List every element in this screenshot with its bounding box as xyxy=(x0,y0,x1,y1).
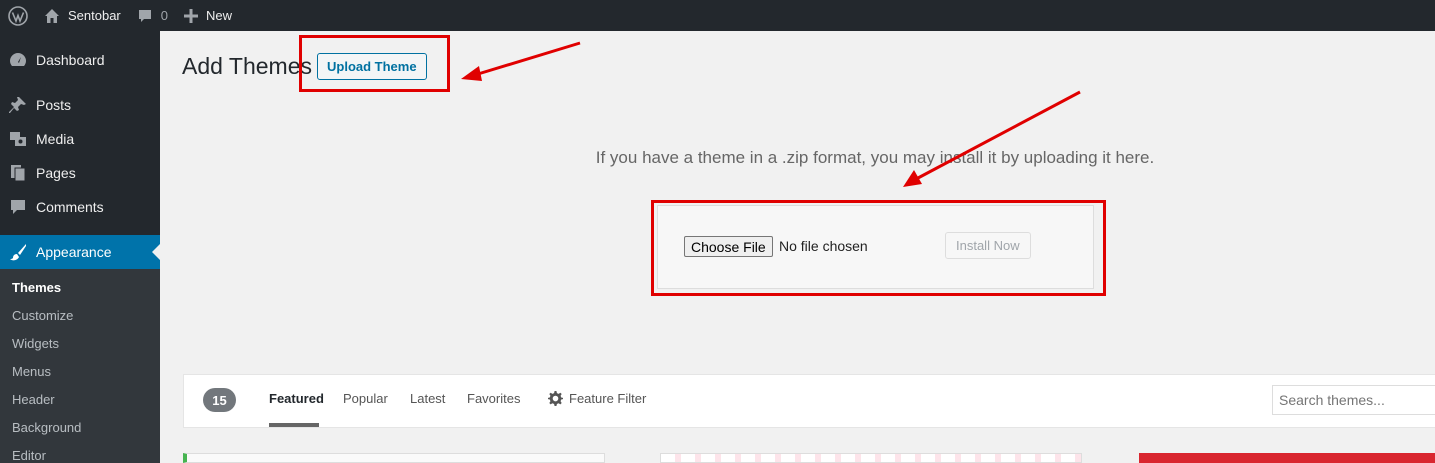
sidebar-item-label: Posts xyxy=(36,97,72,113)
paintbrush-icon xyxy=(8,242,28,262)
submenu-item-themes[interactable]: Themes xyxy=(0,273,160,301)
sidebar-item-label: Media xyxy=(36,131,75,147)
theme-card[interactable] xyxy=(1139,453,1435,463)
sidebar-item-label: Dashboard xyxy=(36,52,105,68)
arrow-to-upload-button xyxy=(461,41,581,81)
admin-bar: Sentobar 0 New xyxy=(0,0,1435,31)
sidebar-item-label: Pages xyxy=(36,165,76,181)
theme-card[interactable] xyxy=(183,453,605,463)
sidebar-item-comments[interactable]: Comments xyxy=(0,190,160,224)
theme-card[interactable] xyxy=(660,453,1082,463)
tab-popular[interactable]: Popular xyxy=(343,391,388,406)
submenu-item-menus[interactable]: Menus xyxy=(0,357,160,385)
sidebar-item-label: Appearance xyxy=(36,244,112,260)
theme-count-badge: 15 xyxy=(203,388,236,412)
comment-bubble-icon xyxy=(137,8,153,24)
pushpin-icon xyxy=(8,95,28,115)
new-content-link[interactable]: New xyxy=(176,0,240,31)
submenu-item-header[interactable]: Header xyxy=(0,385,160,413)
sidebar-item-label: Comments xyxy=(36,199,104,215)
tab-latest[interactable]: Latest xyxy=(410,391,445,406)
plus-icon xyxy=(184,8,198,23)
annotation-box-upload-button xyxy=(299,35,450,92)
pages-icon xyxy=(8,163,28,183)
submenu-item-customize[interactable]: Customize xyxy=(0,301,160,329)
site-name: Sentobar xyxy=(68,8,121,23)
submenu-item-background[interactable]: Background xyxy=(0,413,160,441)
search-themes-input[interactable] xyxy=(1272,385,1435,415)
upload-help-text: If you have a theme in a .zip format, yo… xyxy=(595,148,1155,167)
tab-favorites[interactable]: Favorites xyxy=(467,391,520,406)
home-icon xyxy=(44,8,60,24)
feature-filter-label: Feature Filter xyxy=(569,391,647,406)
dashboard-gauge-icon xyxy=(8,50,28,70)
site-name-link[interactable]: Sentobar xyxy=(36,0,129,31)
page-title: Add Themes xyxy=(182,53,312,79)
submenu-item-editor[interactable]: Editor xyxy=(0,441,160,463)
appearance-submenu: Themes Customize Widgets Menus Header Ba… xyxy=(0,269,160,463)
comments-link[interactable]: 0 xyxy=(129,0,176,31)
feature-filter-button[interactable]: Feature Filter xyxy=(548,391,646,406)
sidebar-item-posts[interactable]: Posts xyxy=(0,88,160,122)
gear-icon xyxy=(548,391,569,406)
annotation-box-upload-form xyxy=(651,200,1106,296)
active-tab-indicator xyxy=(269,423,319,427)
submenu-item-widgets[interactable]: Widgets xyxy=(0,329,160,357)
sidebar-item-dashboard[interactable]: Dashboard xyxy=(0,43,160,77)
wordpress-logo-icon[interactable] xyxy=(0,0,36,31)
sidebar-item-appearance[interactable]: Appearance xyxy=(0,235,160,269)
comment-bubble-icon xyxy=(8,197,28,217)
tab-featured[interactable]: Featured xyxy=(269,391,324,406)
comments-count: 0 xyxy=(160,8,168,23)
admin-sidebar: Dashboard Posts Media Pages Comments App… xyxy=(0,31,160,463)
sidebar-item-media[interactable]: Media xyxy=(0,122,160,156)
media-camera-icon xyxy=(8,129,28,149)
sidebar-item-pages[interactable]: Pages xyxy=(0,156,160,190)
arrow-to-upload-form xyxy=(903,90,1081,187)
new-label: New xyxy=(206,8,233,23)
